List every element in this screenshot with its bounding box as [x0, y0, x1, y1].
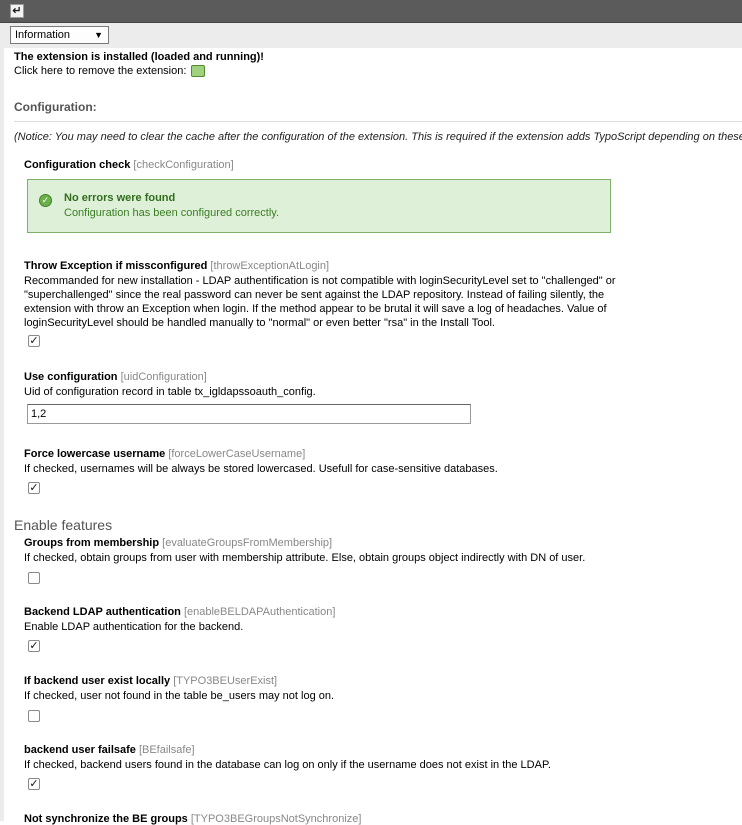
field-label: backend user failsafe: [24, 744, 136, 756]
check-circle-icon: ✓: [39, 194, 52, 207]
field-description: If checked, backend users found in the d…: [24, 759, 551, 771]
field-key: [checkConfiguration]: [133, 159, 234, 171]
configuration-heading: Configuration:: [14, 100, 97, 114]
throw-exception-field-title: Throw Exception if missconfigured [throw…: [24, 260, 329, 272]
field-key: [TYPO3BEUserExist]: [173, 675, 278, 687]
field-label: Configuration check: [24, 159, 131, 171]
field-label: Force lowercase username: [24, 448, 166, 460]
remove-extension-text: Click here to remove the extension:: [14, 65, 187, 77]
success-title: No errors were found: [64, 192, 176, 204]
field-label: Use configuration: [24, 371, 118, 383]
use-configuration-field-title: Use configuration [uidConfiguration]: [24, 371, 207, 383]
backend-ldap-field-title: Backend LDAP authentication [enableBELDA…: [24, 606, 335, 618]
groups-membership-field-title: Groups from membership [evaluateGroupsFr…: [24, 537, 332, 549]
config-check-field-title: Configuration check [checkConfiguration]: [24, 159, 234, 171]
backend-ldap-checkbox[interactable]: ✓: [28, 640, 40, 652]
backend-user-exist-field-title: If backend user exist locally [TYPO3BEUs…: [24, 675, 277, 687]
function-menu-bar: Information ▼: [4, 23, 742, 48]
field-description: Uid of configuration record in table tx_…: [24, 386, 316, 398]
field-label: Throw Exception if missconfigured: [24, 260, 208, 272]
chevron-down-icon: ▼: [94, 30, 103, 40]
field-description: Recommanded for new installation - LDAP …: [24, 275, 616, 329]
field-description: If checked, usernames will be always be …: [24, 463, 498, 475]
enable-features-heading: Enable features: [14, 517, 113, 533]
groups-membership-checkbox[interactable]: [28, 572, 40, 584]
top-toolbar: ↵: [0, 0, 742, 23]
remove-extension-row: Click here to remove the extension:: [14, 65, 206, 78]
back-icon[interactable]: ↵: [10, 4, 24, 18]
success-message-box: ✓ No errors were found Configuration has…: [27, 179, 611, 233]
success-text: Configuration has been configured correc…: [64, 207, 280, 219]
installed-status: The extension is installed (loaded and r…: [14, 51, 264, 63]
throw-exception-checkbox[interactable]: ✓: [28, 335, 40, 347]
field-description: Enable LDAP authentication for the backe…: [24, 621, 244, 633]
field-label: If backend user exist locally: [24, 675, 171, 687]
not-sync-be-groups-field-title: Not synchronize the BE groups [TYPO3BEGr…: [24, 813, 361, 825]
function-menu-value: Information: [15, 29, 71, 41]
force-lowercase-checkbox[interactable]: ✓: [28, 482, 40, 494]
function-menu-select[interactable]: Information ▼: [10, 26, 109, 44]
field-key: [enableBELDAPAuthentication]: [183, 606, 336, 618]
field-key: [forceLowerCaseUsername]: [168, 448, 306, 460]
field-key: [evaluateGroupsFromMembership]: [162, 537, 333, 549]
backend-failsafe-checkbox[interactable]: ✓: [28, 778, 40, 790]
left-strip: [0, 23, 4, 821]
field-description: If checked, user not found in the table …: [24, 690, 335, 702]
field-key: [uidConfiguration]: [120, 371, 207, 383]
field-key: [BEfailsafe]: [138, 744, 195, 756]
divider: [14, 121, 742, 122]
uid-configuration-input[interactable]: 1,2: [27, 404, 471, 424]
field-description: If checked, obtain groups from user with…: [24, 552, 586, 564]
force-lowercase-field-title: Force lowercase username [forceLowerCase…: [24, 448, 305, 460]
backend-user-exist-checkbox[interactable]: [28, 710, 40, 722]
cache-notice: (Notice: You may need to clear the cache…: [14, 131, 742, 143]
field-key: [TYPO3BEGroupsNotSynchronize]: [190, 813, 362, 825]
remove-extension-icon[interactable]: [191, 65, 206, 78]
backend-failsafe-field-title: backend user failsafe [BEfailsafe]: [24, 744, 195, 756]
field-label: Backend LDAP authentication: [24, 606, 181, 618]
field-label: Groups from membership: [24, 537, 160, 549]
field-label: Not synchronize the BE groups: [24, 813, 188, 825]
field-key: [throwExceptionAtLogin]: [210, 260, 330, 272]
